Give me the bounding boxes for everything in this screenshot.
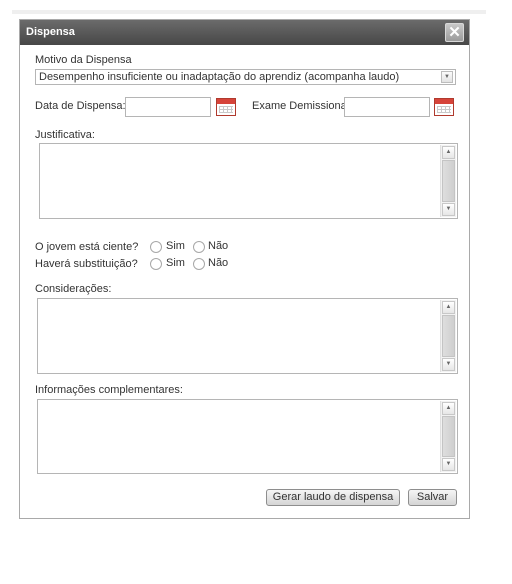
scroll-thumb[interactable] bbox=[442, 315, 455, 357]
calendar-icon[interactable] bbox=[434, 98, 454, 116]
data-dispensa-label: Data de Dispensa: bbox=[35, 100, 126, 112]
ciente-nao-radio[interactable] bbox=[193, 241, 205, 253]
exame-demissional-field[interactable] bbox=[344, 97, 430, 117]
motivo-select[interactable]: Desempenho insuficiente ou inadaptação d… bbox=[35, 69, 456, 85]
scroll-thumb[interactable] bbox=[442, 416, 455, 457]
scrollbar[interactable]: ▲ ▼ bbox=[440, 401, 456, 472]
ciente-sim-label: Sim bbox=[166, 240, 185, 252]
scrollbar[interactable]: ▲ ▼ bbox=[440, 145, 456, 217]
dialog-title: Dispensa bbox=[26, 26, 75, 38]
calendar-icon[interactable] bbox=[216, 98, 236, 116]
chevron-down-icon[interactable]: ▼ bbox=[441, 71, 453, 83]
close-button[interactable]: ✕ bbox=[445, 23, 464, 42]
dispensa-dialog: Dispensa ✕ Motivo da Dispensa Desempenho… bbox=[19, 19, 470, 519]
data-dispensa-field[interactable] bbox=[125, 97, 211, 117]
informacoes-textarea[interactable]: ▲ ▼ bbox=[37, 399, 458, 474]
ciente-nao-label: Não bbox=[208, 240, 229, 252]
salvar-button[interactable]: Salvar bbox=[408, 489, 457, 506]
close-icon: ✕ bbox=[448, 24, 461, 41]
substituicao-question: Haverá substituição? bbox=[35, 258, 138, 270]
scroll-up-icon[interactable]: ▲ bbox=[442, 402, 455, 415]
substituicao-nao-radio[interactable] bbox=[193, 258, 205, 270]
scroll-up-icon[interactable]: ▲ bbox=[442, 301, 455, 314]
gerar-laudo-button[interactable]: Gerar laudo de dispensa bbox=[266, 489, 400, 506]
motivo-label: Motivo da Dispensa bbox=[35, 54, 132, 66]
consideracoes-textarea[interactable]: ▲ ▼ bbox=[37, 298, 458, 374]
ciente-question: O jovem está ciente? bbox=[35, 241, 139, 253]
motivo-selected-value: Desempenho insuficiente ou inadaptação d… bbox=[39, 71, 400, 83]
substituicao-nao-label: Não bbox=[208, 257, 229, 269]
top-separator bbox=[12, 10, 486, 14]
informacoes-label: Informações complementares: bbox=[35, 384, 183, 396]
ciente-sim-radio[interactable] bbox=[150, 241, 162, 253]
scroll-down-icon[interactable]: ▼ bbox=[442, 358, 455, 371]
consideracoes-label: Considerações: bbox=[35, 283, 112, 295]
dialog-titlebar: Dispensa ✕ bbox=[20, 20, 469, 45]
exame-label: Exame Demissional: bbox=[252, 100, 353, 112]
scroll-down-icon[interactable]: ▼ bbox=[442, 458, 455, 471]
substituicao-sim-label: Sim bbox=[166, 257, 185, 269]
justificativa-textarea[interactable]: ▲ ▼ bbox=[39, 143, 458, 219]
scroll-up-icon[interactable]: ▲ bbox=[442, 146, 455, 159]
scroll-down-icon[interactable]: ▼ bbox=[442, 203, 455, 216]
justificativa-label: Justificativa: bbox=[35, 129, 95, 141]
substituicao-sim-radio[interactable] bbox=[150, 258, 162, 270]
scroll-thumb[interactable] bbox=[442, 160, 455, 202]
scrollbar[interactable]: ▲ ▼ bbox=[440, 300, 456, 372]
